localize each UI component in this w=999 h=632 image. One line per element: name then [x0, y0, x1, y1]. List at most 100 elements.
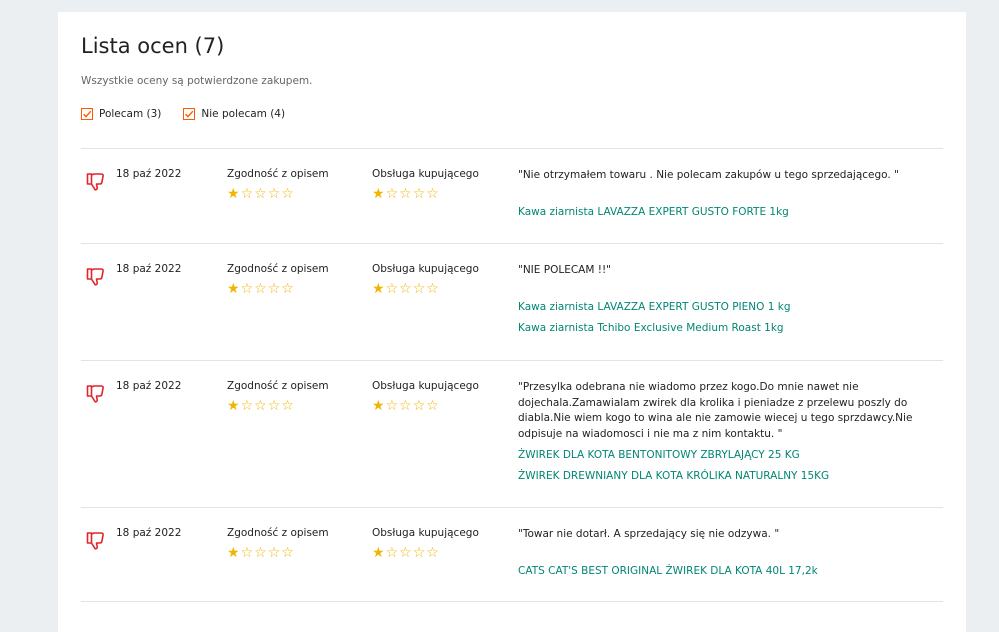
- star-empty-icon: ☆: [426, 545, 439, 561]
- star-empty-icon: ☆: [240, 186, 254, 202]
- rating-description-match: Zgodność z opisem ★ ☆ ☆ ☆ ☆: [227, 527, 329, 560]
- star-filled-icon: ★: [227, 398, 240, 414]
- star-filled-icon: ★: [227, 281, 240, 297]
- review-comment: "Towar nie dotarł. A sprzedający się nie…: [518, 528, 780, 540]
- review-offers: ŻWIREK DLA KOTA BENTONITOWY ZBRYLAJĄCY 2…: [518, 445, 829, 487]
- filter-group: Polecam (3) Nie polecam (4): [81, 108, 285, 120]
- page-title: Lista ocen (7): [81, 34, 225, 58]
- thumb-down-icon: [86, 385, 104, 403]
- star-empty-icon: ☆: [399, 281, 412, 297]
- check-icon: [185, 110, 194, 118]
- star-empty-icon: ☆: [267, 281, 281, 297]
- star-empty-icon: ☆: [399, 545, 412, 561]
- review-item: 18 paź 2022 Zgodność z opisem ★ ☆ ☆ ☆ ☆ Obsł…: [81, 360, 943, 507]
- review-comment: "Przesylka odebrana nie wiadomo przez ko…: [518, 381, 913, 440]
- offer-link[interactable]: Kawa ziarnista Tchibo Exclusive Medium R…: [518, 318, 791, 339]
- star-empty-icon: ☆: [267, 186, 281, 202]
- rating-description-match: Zgodność z opisem ★ ☆ ☆ ☆ ☆: [227, 168, 329, 201]
- reviews-list: 18 paź 2022 Zgodność z opisem ★ ☆ ☆ ☆ ☆ Obsł…: [81, 148, 943, 602]
- offer-link[interactable]: ŻWIREK DLA KOTA BENTONITOWY ZBRYLAJĄCY 2…: [518, 445, 829, 466]
- star-empty-icon: ☆: [267, 545, 281, 561]
- thumb-down-icon: [86, 268, 104, 286]
- star-empty-icon: ☆: [399, 186, 412, 202]
- review-offers: CATS CAT'S BEST ORIGINAL ŻWIREK DLA KOTA…: [518, 561, 818, 582]
- star-empty-icon: ☆: [399, 398, 412, 414]
- thumb-down-icon: [86, 532, 104, 550]
- star-filled-icon: ★: [227, 186, 240, 202]
- star-empty-icon: ☆: [240, 398, 254, 414]
- check-icon: [83, 110, 92, 118]
- page-subtitle: Wszystkie oceny są potwierdzone zakupem.: [81, 75, 313, 87]
- star-empty-icon: ☆: [281, 545, 294, 561]
- review-comment: "NIE POLECAM !!": [518, 264, 611, 276]
- review-item: 18 paź 2022 Zgodność z opisem ★ ☆ ☆ ☆ ☆ Obsł…: [81, 243, 943, 360]
- star-empty-icon: ☆: [412, 398, 426, 414]
- star-empty-icon: ☆: [254, 281, 267, 297]
- rating-label: Obsługa kupującego: [372, 168, 479, 180]
- review-date: 18 paź 2022: [116, 380, 182, 392]
- review-date: 18 paź 2022: [116, 527, 182, 539]
- star-empty-icon: ☆: [254, 186, 267, 202]
- star-rating: ★ ☆ ☆ ☆ ☆: [227, 282, 329, 296]
- star-rating: ★ ☆ ☆ ☆ ☆: [372, 187, 479, 201]
- star-empty-icon: ☆: [385, 186, 399, 202]
- review-offers: Kawa ziarnista LAVAZZA EXPERT GUSTO PIEN…: [518, 297, 791, 339]
- star-filled-icon: ★: [227, 545, 240, 561]
- star-empty-icon: ☆: [281, 186, 294, 202]
- star-empty-icon: ☆: [281, 398, 294, 414]
- star-filled-icon: ★: [372, 545, 385, 561]
- checkbox-recommend[interactable]: [81, 108, 93, 120]
- star-rating: ★ ☆ ☆ ☆ ☆: [372, 546, 479, 560]
- star-empty-icon: ☆: [412, 281, 426, 297]
- rating-label: Zgodność z opisem: [227, 263, 329, 275]
- checkbox-not-recommend[interactable]: [183, 108, 196, 120]
- rating-label: Obsługa kupującego: [372, 380, 479, 392]
- offer-link[interactable]: Kawa ziarnista LAVAZZA EXPERT GUSTO PIEN…: [518, 297, 791, 318]
- rating-label: Zgodność z opisem: [227, 380, 329, 392]
- star-empty-icon: ☆: [240, 281, 254, 297]
- star-filled-icon: ★: [372, 186, 385, 202]
- star-empty-icon: ☆: [254, 398, 267, 414]
- star-rating: ★ ☆ ☆ ☆ ☆: [227, 546, 329, 560]
- review-offers: Kawa ziarnista LAVAZZA EXPERT GUSTO FORT…: [518, 202, 789, 223]
- star-filled-icon: ★: [372, 281, 385, 297]
- star-empty-icon: ☆: [412, 545, 426, 561]
- review-item: 18 paź 2022 Zgodność z opisem ★ ☆ ☆ ☆ ☆ Obsł…: [81, 148, 943, 243]
- review-date: 18 paź 2022: [116, 168, 182, 180]
- star-filled-icon: ★: [372, 398, 385, 414]
- star-empty-icon: ☆: [426, 186, 439, 202]
- rating-description-match: Zgodność z opisem ★ ☆ ☆ ☆ ☆: [227, 263, 329, 296]
- filter-recommend[interactable]: Polecam (3): [81, 108, 161, 120]
- star-empty-icon: ☆: [385, 545, 399, 561]
- rating-customer-service: Obsługa kupującego ★ ☆ ☆ ☆ ☆: [372, 168, 479, 201]
- rating-customer-service: Obsługa kupującego ★ ☆ ☆ ☆ ☆: [372, 263, 479, 296]
- star-empty-icon: ☆: [426, 281, 439, 297]
- review-comment: "Nie otrzymałem towaru . Nie polecam zak…: [518, 169, 899, 181]
- review-item: 18 paź 2022 Zgodność z opisem ★ ☆ ☆ ☆ ☆ Obsł…: [81, 507, 943, 602]
- star-rating: ★ ☆ ☆ ☆ ☆: [372, 282, 479, 296]
- filter-recommend-label: Polecam (3): [99, 108, 162, 120]
- offer-link[interactable]: Kawa ziarnista LAVAZZA EXPERT GUSTO FORT…: [518, 202, 789, 223]
- ratings-card: Lista ocen (7) Wszystkie oceny są potwie…: [58, 12, 966, 632]
- star-empty-icon: ☆: [385, 281, 399, 297]
- filter-not-recommend[interactable]: Nie polecam (4): [183, 108, 285, 120]
- star-empty-icon: ☆: [412, 186, 426, 202]
- offer-link[interactable]: ŻWIREK DREWNIANY DLA KOTA KRÓLIKA NATURA…: [518, 466, 829, 487]
- rating-label: Zgodność z opisem: [227, 168, 329, 180]
- rating-label: Zgodność z opisem: [227, 527, 329, 539]
- star-empty-icon: ☆: [254, 545, 267, 561]
- star-rating: ★ ☆ ☆ ☆ ☆: [227, 399, 329, 413]
- star-empty-icon: ☆: [426, 398, 439, 414]
- rating-label: Obsługa kupującego: [372, 527, 479, 539]
- star-empty-icon: ☆: [240, 545, 254, 561]
- star-empty-icon: ☆: [385, 398, 399, 414]
- thumb-down-icon: [86, 173, 104, 191]
- star-rating: ★ ☆ ☆ ☆ ☆: [372, 399, 479, 413]
- star-empty-icon: ☆: [267, 398, 281, 414]
- rating-customer-service: Obsługa kupującego ★ ☆ ☆ ☆ ☆: [372, 527, 479, 560]
- review-date: 18 paź 2022: [116, 263, 182, 275]
- offer-link[interactable]: CATS CAT'S BEST ORIGINAL ŻWIREK DLA KOTA…: [518, 561, 818, 582]
- star-rating: ★ ☆ ☆ ☆ ☆: [227, 187, 329, 201]
- rating-label: Obsługa kupującego: [372, 263, 479, 275]
- rating-customer-service: Obsługa kupującego ★ ☆ ☆ ☆ ☆: [372, 380, 479, 413]
